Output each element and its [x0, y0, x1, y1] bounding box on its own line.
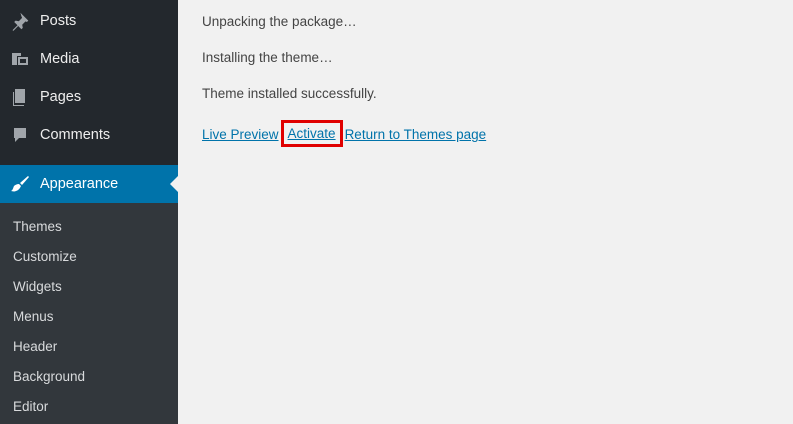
activate-link[interactable]: Activate — [288, 126, 336, 141]
sidebar-item-comments[interactable]: Comments — [0, 116, 178, 154]
pages-icon — [10, 87, 30, 107]
submenu-item-header[interactable]: Header — [13, 339, 57, 354]
activate-highlight: Activate — [280, 120, 343, 147]
admin-sidebar: Posts Media Pages Comments Appearance Th… — [0, 0, 178, 424]
sidebar-item-posts[interactable]: Posts — [0, 2, 178, 40]
sidebar-item-media[interactable]: Media — [0, 40, 178, 78]
brush-icon — [10, 174, 30, 194]
sidebar-item-label: Pages — [40, 89, 82, 105]
live-preview-link[interactable]: Live Preview — [202, 127, 279, 142]
sidebar-item-pages[interactable]: Pages — [0, 78, 178, 116]
sidebar-item-label: Appearance — [40, 176, 119, 192]
submenu-item-themes[interactable]: Themes — [13, 219, 62, 234]
submenu-item-menus[interactable]: Menus — [13, 309, 54, 324]
sidebar-item-label: Comments — [40, 127, 111, 143]
submenu-item-background[interactable]: Background — [13, 369, 85, 384]
pin-icon — [10, 11, 30, 31]
status-message-installing: Installing the theme… — [202, 50, 333, 65]
sidebar-item-appearance[interactable]: Appearance — [0, 165, 178, 203]
submenu-item-customize[interactable]: Customize — [13, 249, 77, 264]
sidebar-item-label: Media — [40, 51, 80, 67]
action-links: Live Preview Activate Return to Themes pag… — [202, 120, 487, 148]
appearance-submenu: Themes Customize Widgets Menus Header Ba… — [0, 203, 178, 424]
submenu-item-editor[interactable]: Editor — [13, 399, 48, 414]
sidebar-item-label: Posts — [40, 13, 77, 29]
status-message-unpacking: Unpacking the package… — [202, 14, 357, 29]
submenu-item-widgets[interactable]: Widgets — [13, 279, 62, 294]
status-message-success: Theme installed successfully. — [202, 86, 377, 101]
return-to-themes-link[interactable]: Return to Themes page — [345, 127, 487, 142]
media-icon — [10, 49, 30, 69]
active-indicator — [170, 176, 178, 192]
comment-icon — [10, 125, 30, 145]
